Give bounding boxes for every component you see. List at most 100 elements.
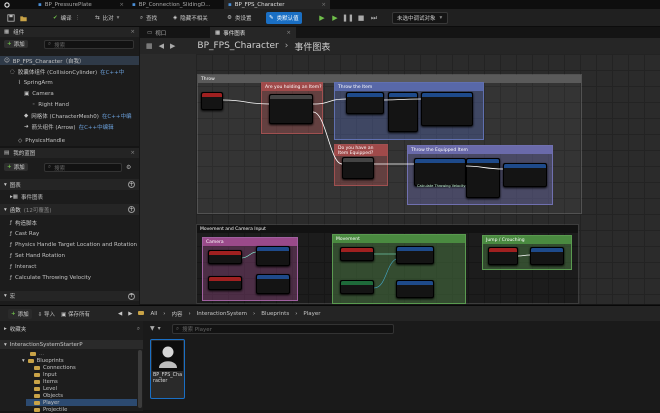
play-icon[interactable]: ▶ (317, 13, 327, 23)
class-settings-button[interactable]: ⚙ 类设置 (224, 12, 254, 24)
tab-bp-pressureplate[interactable]: ▪ BP_PressurePlate × (34, 0, 128, 9)
arrow-icon: ➜ (24, 123, 29, 130)
chevron-down-icon: ▾ (4, 293, 7, 299)
graph-nav-bar: ▦ ◀ ▶ BP_FPS_Character › 事件图表 (140, 38, 660, 54)
import-button[interactable]: ⇩ 导入 (38, 310, 55, 318)
graphs-section-header[interactable]: ▾ 图表 + (0, 179, 139, 190)
function-item[interactable]: ƒ Cast Ray (0, 229, 39, 238)
graph-menu-icon[interactable]: ▦ (146, 42, 153, 50)
compile-button[interactable]: ✔ 编译 ⋮ (50, 12, 83, 24)
folder-item[interactable]: Objects (34, 392, 63, 399)
folder-item[interactable]: Level (34, 385, 57, 392)
close-icon[interactable]: × (286, 30, 291, 36)
graph-icon: ▸▦ (10, 193, 18, 200)
components-search-input[interactable]: ⌕ 搜索 (44, 40, 134, 49)
debug-object-select[interactable]: 未选中调试对象 ▾ (392, 12, 448, 24)
folder-item[interactable]: Input (34, 371, 57, 378)
function-item[interactable]: ƒ Calculate Throwing Velocity (0, 273, 91, 282)
asset-tile[interactable]: BP_FPS_Character (150, 339, 185, 399)
functions-section-header[interactable]: ▾ 函数 (12可覆盖) + (0, 204, 139, 215)
back-icon[interactable]: ◀ (159, 42, 164, 50)
close-icon[interactable]: × (321, 2, 326, 8)
breadcrumb-path-item[interactable]: All (150, 311, 157, 317)
find-label: 查找 (146, 16, 158, 22)
component-item[interactable]: ⌇ SpringArm (0, 78, 53, 87)
component-label: Right Hand (38, 101, 69, 108)
graph-canvas[interactable]: Throw Are you holding an Item? Throw the… (196, 54, 660, 304)
function-item[interactable]: ƒ Physics Handle Target Location and Rota… (0, 240, 137, 249)
chevron-right-icon: › (253, 310, 256, 317)
hide-unrelated-button[interactable]: ◈ 隐藏不相关 (170, 12, 211, 24)
find-button[interactable]: ⌕ 查找 (137, 12, 160, 24)
diff-button[interactable]: ⇆ 比对 ▾ (92, 12, 122, 24)
breadcrumb-path-item[interactable]: 内容 (171, 310, 182, 318)
folder-icon (34, 379, 40, 384)
close-icon[interactable]: × (130, 29, 135, 35)
folder-item-selected[interactable]: Player (26, 399, 137, 406)
breadcrumb-current[interactable]: 事件图表 (294, 40, 330, 53)
add-macro-icon[interactable]: + (128, 292, 135, 300)
folder-label: Blueprints (36, 357, 64, 364)
function-icon: ƒ (10, 219, 12, 226)
breadcrumb-path-item[interactable]: InteractionSystem (197, 311, 247, 317)
frame-skip-icon[interactable]: ⏭ (369, 13, 379, 23)
breadcrumb-path-item[interactable]: Blueprints (261, 311, 289, 317)
close-icon[interactable]: × (119, 2, 124, 8)
function-icon: ƒ (10, 263, 12, 270)
function-item[interactable]: ƒ 构造脚本 (0, 218, 37, 227)
tab-bp-fps-character[interactable]: ▪ BP_FPS_Character × (224, 0, 330, 9)
folder-item[interactable]: Connections (34, 364, 76, 371)
component-root[interactable]: ☺ BP_FPS_Character（自我） (0, 56, 139, 65)
component-item[interactable]: ▣ Camera (0, 89, 54, 98)
tab-event-graph[interactable]: ▦ 事件图表 × (210, 27, 296, 38)
my-blueprint-add-button[interactable]: + 添加 (4, 163, 28, 171)
component-item[interactable]: ◦ Right Hand (0, 100, 69, 109)
breadcrumb-root[interactable]: BP_FPS_Character (197, 41, 278, 51)
macros-section-header[interactable]: ▾ 宏 + (0, 291, 139, 301)
app-logo-icon[interactable] (0, 0, 14, 9)
pause-icon[interactable]: ❚❚ (342, 13, 354, 23)
folder-item[interactable]: Items (34, 378, 58, 385)
search-icon: ⌕ (140, 14, 144, 21)
folder-icon (34, 386, 40, 391)
my-blueprint-title: 我的蓝图 (13, 151, 36, 157)
favorites-header[interactable]: ▸ 收藏夹 ⌕ (4, 325, 140, 334)
forward-icon[interactable]: ▶ (128, 311, 132, 317)
simulate-icon[interactable]: ▶ (330, 13, 340, 23)
add-function-icon[interactable]: + (128, 206, 135, 213)
folder-icon (30, 351, 36, 356)
add-label: 添加 (17, 311, 29, 318)
plus-icon: + (7, 164, 12, 170)
tab-bp-connection[interactable]: ▪ BP_Connection_SlidingD... (128, 0, 224, 9)
folder-item[interactable]: ▾ Blueprints (22, 357, 64, 364)
event-graph-item[interactable]: ▸▦ 事件图表 (0, 192, 43, 201)
function-item[interactable]: ƒ Interact (0, 262, 36, 271)
graph-wires (222, 98, 531, 289)
content-add-button[interactable]: + 添加 (8, 308, 32, 319)
my-blueprint-search-input[interactable]: ⌕ 搜索 (44, 163, 122, 172)
save-all-button[interactable]: ▣ 保存所有 (61, 310, 90, 318)
browse-icon[interactable] (16, 12, 31, 24)
class-defaults-button[interactable]: ✎ 类默认值 (266, 12, 302, 24)
back-icon[interactable]: ◀ (118, 311, 122, 317)
folder-item[interactable]: ... (30, 350, 44, 357)
component-item[interactable]: ➜ 箭头组件 (Arrow) 在C++中编辑 (0, 122, 114, 131)
components-add-button[interactable]: + 添加 (4, 40, 28, 48)
function-item[interactable]: ƒ Set Hand Rotation (0, 251, 65, 260)
component-item[interactable]: ◇ PhysicsHandle (0, 136, 65, 145)
add-graph-icon[interactable]: + (128, 181, 135, 188)
asset-search-input[interactable]: ⌕ 搜索 Player (172, 324, 394, 334)
filter-button[interactable]: ▼ ▾ (150, 325, 161, 332)
tab-viewport[interactable]: ▭ 视口 (142, 27, 202, 38)
search-icon[interactable]: ⌕ (137, 326, 140, 333)
component-item[interactable]: ◆ 网格体 (CharacterMesh0) 在C++中编 (0, 111, 131, 120)
component-item[interactable]: ◌ 胶囊体组件 (CollisionCylinder) 在C++中 (0, 67, 124, 76)
breadcrumb-path-item[interactable]: Player (303, 311, 320, 317)
forward-icon[interactable]: ▶ (170, 42, 175, 50)
graph-canvas-left[interactable] (140, 54, 196, 304)
gear-icon[interactable]: ⚙ (126, 164, 131, 171)
stop-icon[interactable]: ■ (356, 13, 366, 23)
project-header[interactable]: ▾ InteractionSystemStarterP (0, 340, 143, 349)
scrollbar[interactable] (138, 350, 142, 408)
close-icon[interactable]: × (130, 150, 135, 156)
